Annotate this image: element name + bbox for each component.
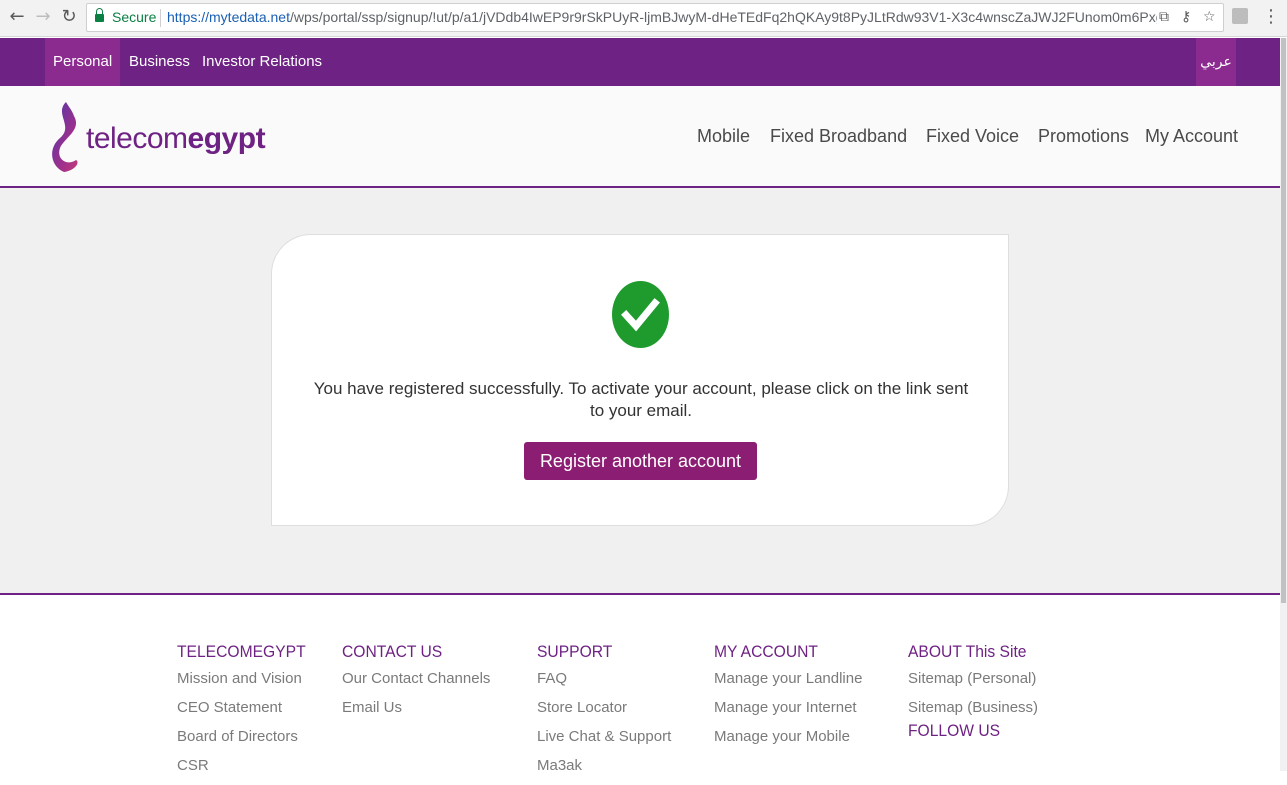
footer-link-mobile[interactable]: Manage your Mobile [714,727,862,756]
scrollbar-thumb[interactable] [1281,38,1286,603]
footer-col-telecomegypt: TELECOMEGYPT Mission and Vision CEO Stat… [177,642,317,785]
forward-arrow-icon[interactable]: → [32,6,54,28]
footer-link-board[interactable]: Board of Directors [177,727,317,756]
page-scrollbar[interactable] [1280,38,1287,771]
site-footer: TELECOMEGYPT Mission and Vision CEO Stat… [0,597,1280,774]
footer-col-my-account: MY ACCOUNT Manage your Landline Manage y… [714,642,862,756]
success-card: You have registered successfully. To act… [271,234,1009,526]
footer-heading: SUPPORT [537,642,613,661]
footer-link-contact-channels[interactable]: Our Contact Channels [342,669,490,698]
footer-link-ceo[interactable]: CEO Statement [177,698,317,727]
browser-menu-icon[interactable]: ⋮ [1262,6,1280,27]
tab-investor-relations[interactable]: Investor Relations [194,38,330,86]
main-content: You have registered successfully. To act… [0,188,1280,595]
footer-link-store-locator[interactable]: Store Locator [537,698,671,727]
footer-link-sitemap-personal[interactable]: Sitemap (Personal) [908,669,1038,698]
checkmark-glyph [621,298,660,332]
site-header: telecomegypt Mobile Fixed Broadband Fixe… [0,86,1280,188]
footer-link-live-chat[interactable]: Live Chat & Support [537,727,671,756]
footer-heading: ABOUT This Site [908,642,1027,661]
logo-swirl-icon [52,102,78,172]
lock-icon [95,8,104,23]
tab-business[interactable]: Business [121,38,198,86]
tab-personal[interactable]: Personal [45,38,121,86]
url-path: /wps/portal/ssp/signup/!ut/p/a1/jVDdb4Iw… [289,9,1157,25]
logo-suffix: egypt [187,122,266,155]
segment-bar: Personal Business Investor Relations عرب… [0,38,1280,86]
nav-mobile[interactable]: Mobile [697,126,750,147]
reload-icon[interactable]: ↻ [58,6,80,28]
browser-toolbar: ← → ↻ Secure https://mytedata.net/wps/po… [0,0,1287,37]
footer-follow-us-heading: FOLLOW US [908,721,1001,740]
nav-my-account[interactable]: My Account [1145,126,1238,147]
nav-fixed-broadband[interactable]: Fixed Broadband [770,126,907,147]
footer-heading: CONTACT US [342,642,443,661]
footer-col-support: SUPPORT FAQ Store Locator Live Chat & Su… [537,642,671,785]
bookmark-star-icon[interactable]: ☆ [1203,9,1216,25]
nav-fixed-voice[interactable]: Fixed Voice [926,126,1019,147]
language-toggle[interactable]: عربي [1196,38,1236,86]
blocked-popup-icon[interactable]: ⧉ [1159,9,1169,25]
footer-heading: TELECOMEGYPT [177,642,306,661]
footer-link-internet[interactable]: Manage your Internet [714,698,862,727]
back-arrow-icon[interactable]: ← [6,6,28,28]
telecomegypt-logo[interactable]: telecomegypt [46,100,266,174]
nav-promotions[interactable]: Promotions [1038,126,1129,147]
key-icon[interactable]: ⚷ [1181,9,1191,25]
footer-link-email-us[interactable]: Email Us [342,698,490,727]
footer-link-faq[interactable]: FAQ [537,669,671,698]
footer-link-mission[interactable]: Mission and Vision [177,669,317,698]
url-host: https://mytedata.net [167,9,290,25]
success-check-icon [612,281,669,348]
extension-icon[interactable] [1232,8,1248,24]
success-message: You have registered successfully. To act… [313,379,969,420]
footer-heading: MY ACCOUNT [714,642,819,661]
secure-label: Secure [112,9,157,25]
address-bar[interactable]: Secure https://mytedata.net/wps/portal/s… [86,3,1224,32]
logo-wordmark: telecomegypt [86,122,266,156]
url-text[interactable]: https://mytedata.net/wps/portal/ssp/sign… [167,9,1157,25]
footer-col-about: ABOUT This Site Sitemap (Personal) Sitem… [908,642,1038,748]
register-another-button[interactable]: Register another account [524,442,757,480]
address-divider [160,9,161,27]
footer-col-contact: CONTACT US Our Contact Channels Email Us [342,642,490,727]
logo-prefix: telecom [86,122,188,155]
footer-link-landline[interactable]: Manage your Landline [714,669,862,698]
